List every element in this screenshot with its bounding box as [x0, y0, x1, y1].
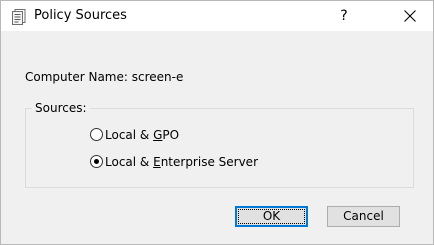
help-button[interactable]: ?	[321, 1, 367, 31]
radio-local-enterprise-server-label: Local & Enterprise Server	[105, 155, 258, 169]
cancel-button[interactable]: Cancel	[327, 206, 400, 227]
window-title: Policy Sources	[34, 8, 127, 23]
radio-local-gpo-label: Local & GPO	[105, 128, 180, 142]
focus-rectangle	[238, 209, 305, 224]
radio-selected-dot	[94, 159, 99, 164]
policy-sources-dialog: Policy Sources ? Computer Name: screen-e…	[0, 0, 434, 245]
cancel-button-label: Cancel	[343, 209, 384, 223]
close-button[interactable]	[387, 1, 433, 31]
ok-button[interactable]: OK	[235, 206, 308, 227]
radio-button-unselected[interactable]	[90, 128, 103, 141]
radio-button-selected[interactable]	[90, 155, 103, 168]
sources-legend: Sources:	[32, 100, 90, 116]
close-icon	[404, 10, 416, 22]
sources-groupbox	[25, 108, 414, 188]
title-bar[interactable]: Policy Sources ?	[1, 1, 433, 31]
policy-document-icon	[12, 9, 26, 25]
computer-name-label: Computer Name: screen-e	[25, 70, 184, 84]
